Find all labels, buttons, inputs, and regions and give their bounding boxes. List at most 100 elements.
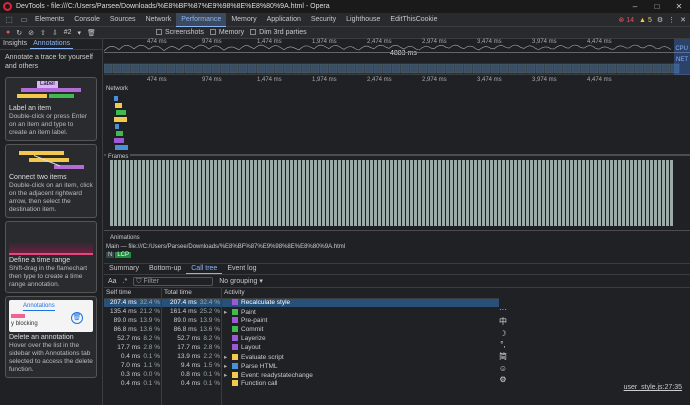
frame-bar[interactable] [578, 160, 581, 226]
frame-bar[interactable] [582, 160, 585, 226]
tab-sources[interactable]: Sources [105, 13, 141, 27]
frame-bar[interactable] [630, 160, 633, 226]
total-time-header[interactable]: Total time [162, 288, 222, 299]
frame-bar[interactable] [422, 160, 425, 226]
frame-bar[interactable] [142, 160, 145, 226]
call-tree-row[interactable]: 86.8 ms 13.6 % 86.8 ms 13.6 % Commit [104, 325, 499, 334]
frame-bar[interactable] [274, 160, 277, 226]
frame-bar[interactable] [638, 160, 641, 226]
frame-bar[interactable] [414, 160, 417, 226]
frame-bar[interactable] [442, 160, 445, 226]
frame-bar[interactable] [334, 160, 337, 226]
dim-3rd-parties-checkbox[interactable]: Dim 3rd parties [250, 29, 307, 36]
tab-memory[interactable]: Memory [226, 13, 261, 27]
frame-bar[interactable] [290, 160, 293, 226]
frame-bar[interactable] [454, 160, 457, 226]
reload-record-icon[interactable]: ↻ [16, 29, 22, 37]
frame-bar[interactable] [338, 160, 341, 226]
frame-bar[interactable] [510, 160, 513, 226]
frame-bar[interactable] [498, 160, 501, 226]
warning-count-badge[interactable]: ▲ 5 [639, 17, 652, 24]
frame-bar[interactable] [246, 160, 249, 226]
frame-bar[interactable] [310, 160, 313, 226]
expand-arrow-icon[interactable]: ▸ [224, 308, 232, 316]
frame-bar[interactable] [354, 160, 357, 226]
timeline-overview[interactable]: 474 ms 974 ms 1,474 ms 1,974 ms 2,474 ms 2,97… [104, 39, 690, 75]
frame-bar[interactable] [606, 160, 609, 226]
frame-bar[interactable] [438, 160, 441, 226]
frame-bar[interactable] [134, 160, 137, 226]
device-toolbar-icon[interactable]: ▭ [18, 14, 30, 26]
frame-bar[interactable] [382, 160, 385, 226]
close-button[interactable]: ✕ [668, 0, 690, 13]
frame-bar[interactable] [478, 160, 481, 226]
frame-bar[interactable] [570, 160, 573, 226]
frame-bar[interactable] [654, 160, 657, 226]
frame-bar[interactable] [174, 160, 177, 226]
tab-editthiscookie[interactable]: EditThisCookie [385, 13, 442, 27]
frame-bar[interactable] [526, 160, 529, 226]
frame-bar[interactable] [270, 160, 273, 226]
frame-bar[interactable] [626, 160, 629, 226]
frame-bar[interactable] [182, 160, 185, 226]
frame-bar[interactable] [402, 160, 405, 226]
tab-elements[interactable]: Elements [30, 13, 69, 27]
call-tree-row[interactable]: 89.0 ms 13.9 % 89.0 ms 13.9 % Pre-paint [104, 316, 499, 325]
frame-bar[interactable] [634, 160, 637, 226]
frame-bar[interactable] [178, 160, 181, 226]
frame-bar[interactable] [598, 160, 601, 226]
call-tree-row[interactable]: 207.4 ms 32.4 % 207.4 ms 32.4 % Recalculate … [104, 298, 499, 307]
frame-bar[interactable] [550, 160, 553, 226]
frame-bar[interactable] [394, 160, 397, 226]
frame-bar[interactable] [446, 160, 449, 226]
frame-bar[interactable] [434, 160, 437, 226]
frame-bar[interactable] [370, 160, 373, 226]
frame-bar[interactable] [538, 160, 541, 226]
call-tree-row[interactable]: 17.7 ms 2.8 % 17.7 ms 2.8 % Layout [104, 343, 499, 352]
frame-bar[interactable] [406, 160, 409, 226]
frame-bar[interactable] [266, 160, 269, 226]
maximize-button[interactable]: □ [646, 0, 668, 13]
call-tree-row[interactable]: 0.4 ms 0.1 % 13.9 ms 2.2 % ▸ Evaluate script [104, 352, 499, 361]
frame-bar[interactable] [254, 160, 257, 226]
tab-network[interactable]: Network [141, 13, 177, 27]
frame-bar[interactable] [190, 160, 193, 226]
clear-icon[interactable]: ⊘ [28, 29, 34, 37]
frame-bar[interactable] [226, 160, 229, 226]
frame-bar[interactable] [218, 160, 221, 226]
frame-bar[interactable] [586, 160, 589, 226]
tab-application[interactable]: Application [262, 13, 306, 27]
frame-bar[interactable] [330, 160, 333, 226]
frame-bar[interactable] [562, 160, 565, 226]
ime-button[interactable]: ⚙ [499, 375, 506, 384]
grouping-select[interactable]: No grouping ▾ [219, 277, 263, 285]
frame-bar[interactable] [450, 160, 453, 226]
frame-bar[interactable] [258, 160, 261, 226]
frame-bar[interactable] [214, 160, 217, 226]
frame-bar[interactable] [362, 160, 365, 226]
frame-bar[interactable] [166, 160, 169, 226]
frame-bar[interactable] [346, 160, 349, 226]
frame-bar[interactable] [298, 160, 301, 226]
upload-icon[interactable]: ⇧ [40, 29, 46, 37]
frame-bar[interactable] [614, 160, 617, 226]
frame-bar[interactable] [554, 160, 557, 226]
recording-select[interactable]: #2 [64, 29, 72, 36]
frame-bar[interactable] [590, 160, 593, 226]
frame-bar[interactable] [162, 160, 165, 226]
ime-button[interactable]: ··· [499, 305, 507, 314]
frame-bar[interactable] [366, 160, 369, 226]
network-request-bar[interactable] [115, 145, 128, 150]
lcp-marker[interactable]: LCP [115, 252, 132, 258]
call-tree-row[interactable]: 0.3 ms 0.0 % 0.8 ms 0.1 % ▸ Event: readystate… [104, 370, 499, 379]
frame-bar[interactable] [158, 160, 161, 226]
frame-bar[interactable] [566, 160, 569, 226]
close-devtools-icon[interactable]: ✕ [680, 16, 686, 24]
network-request-bar[interactable] [115, 103, 122, 108]
frame-bar[interactable] [306, 160, 309, 226]
network-request-bar[interactable] [114, 96, 118, 101]
error-count-badge[interactable]: ⊗ 14 [618, 16, 634, 24]
frame-bar[interactable] [386, 160, 389, 226]
frame-bar[interactable] [206, 160, 209, 226]
frame-bar[interactable] [622, 160, 625, 226]
